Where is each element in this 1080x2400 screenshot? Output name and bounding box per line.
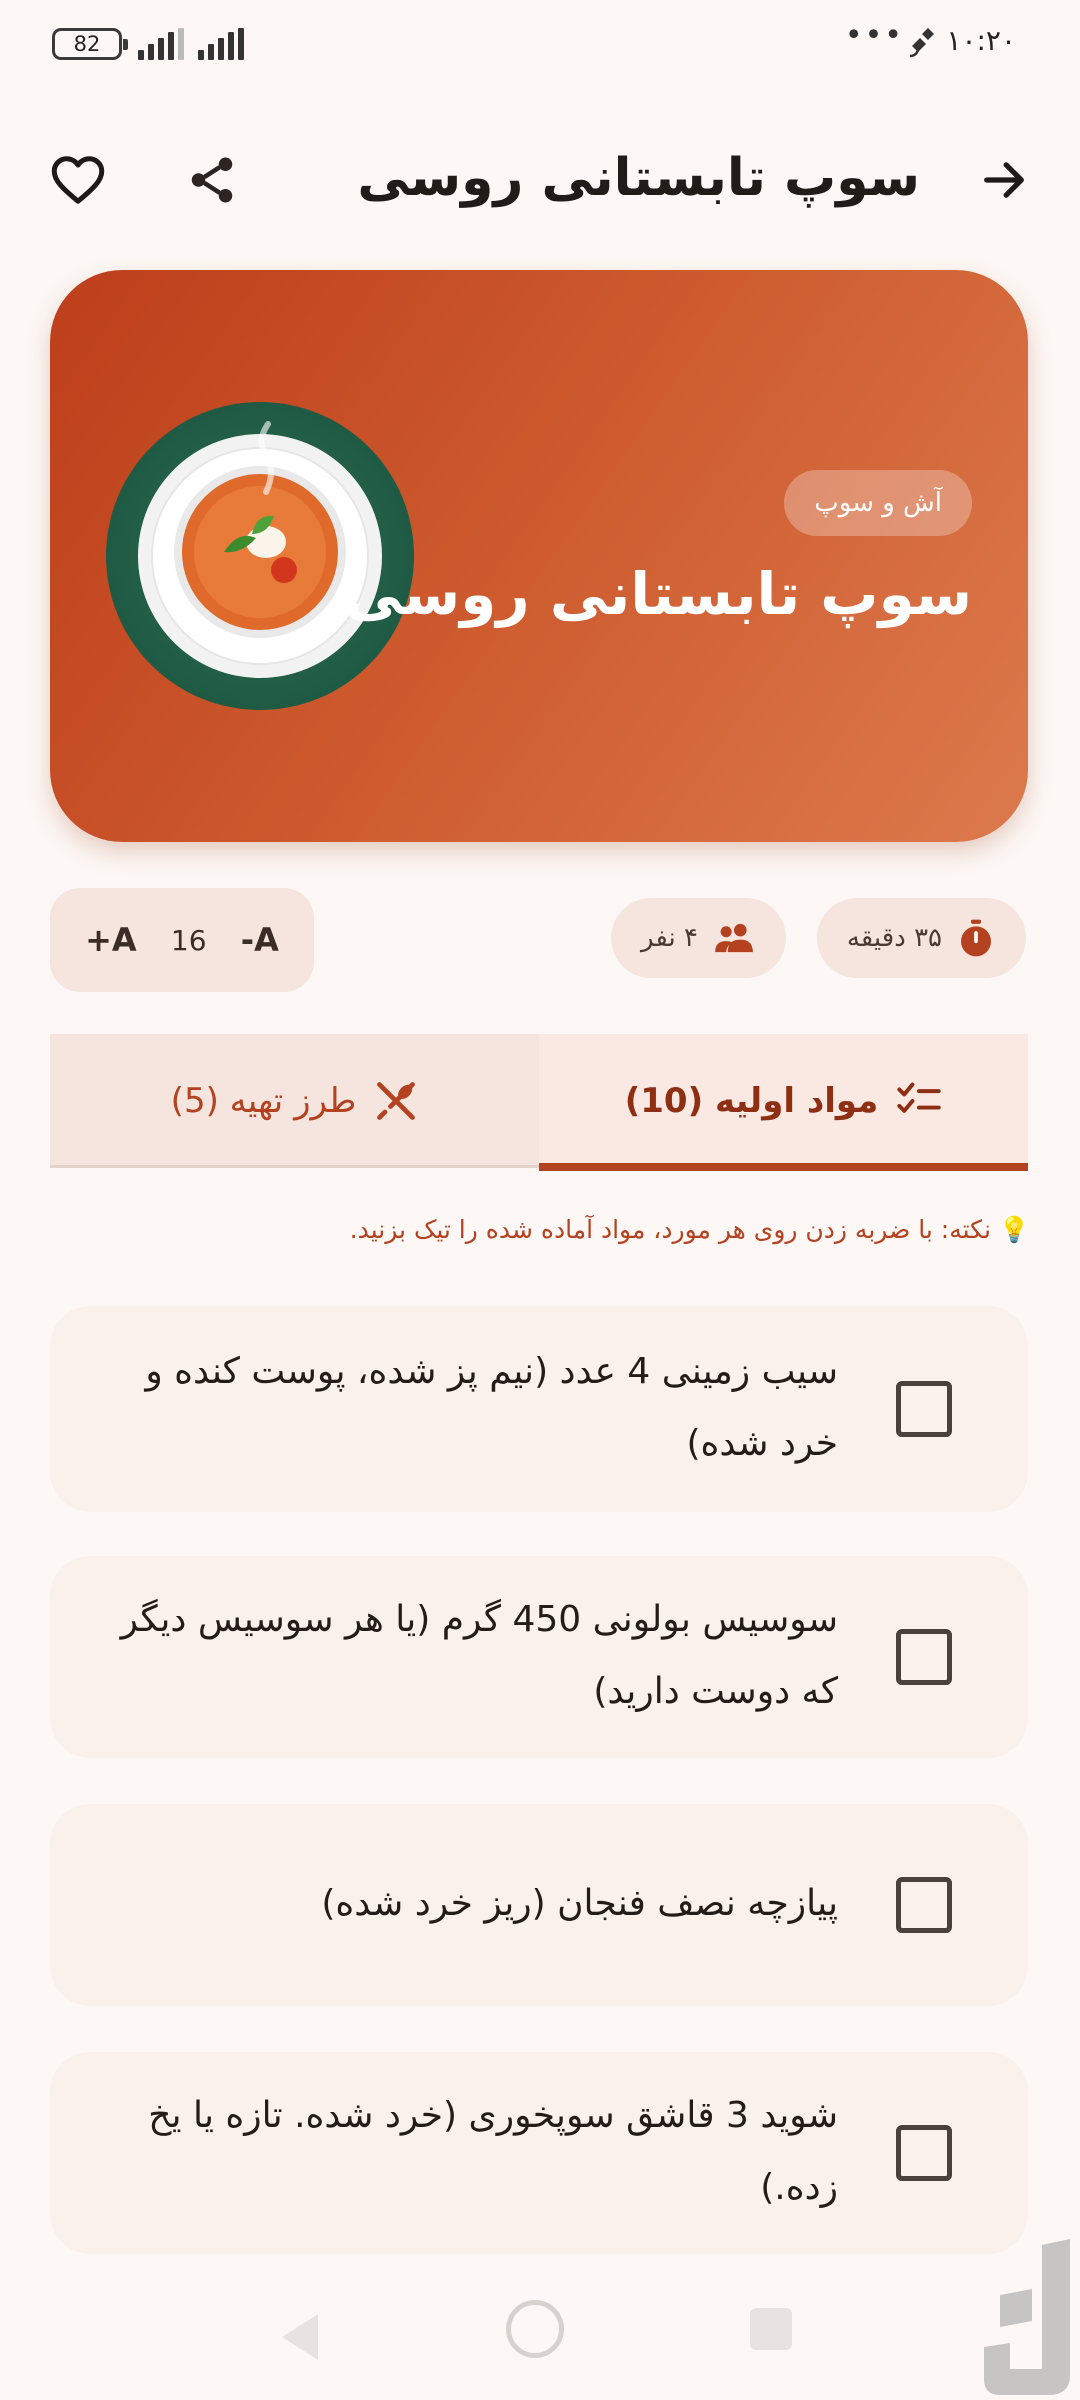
recipe-hero-card: آش و سوپ سوپ تابستانی روسی — [50, 270, 1028, 842]
category-chip[interactable]: آش و سوپ — [784, 470, 972, 536]
ingredient-checkbox[interactable] — [896, 2125, 952, 2181]
ingredient-item[interactable]: پیازچه نصف فنجان (ریز خرد شده) — [50, 1804, 1028, 2006]
checklist-icon — [897, 1082, 941, 1113]
tab-ingredients-label: مواد اولیه (10) — [624, 1081, 879, 1121]
signal-icon — [138, 28, 184, 60]
satellite-icon — [909, 28, 934, 58]
tab-ingredients[interactable]: مواد اولیه (10) — [539, 1034, 1028, 1171]
favorite-button[interactable] — [38, 140, 118, 220]
ingredient-text: سیب زمینی 4 عدد (نیم پز شده، پوست کنده و… — [145, 1351, 838, 1464]
share-icon — [191, 157, 233, 203]
utensils-icon — [377, 1082, 416, 1120]
nav-home-button[interactable] — [506, 2300, 564, 2358]
ingredient-checkbox[interactable] — [896, 1629, 952, 1685]
arrow-right-icon — [984, 162, 1024, 198]
ingredient-text: سوسیس بولونی 450 گرم (یا هر سوسیس دیگر ک… — [120, 1599, 838, 1712]
timer-icon — [961, 919, 991, 957]
ingredient-checkbox[interactable] — [896, 1381, 952, 1437]
servings-label: ۴ نفر — [641, 923, 698, 953]
tip-text: 💡 نکته: با ضربه زدن روی هر مورد، مواد آم… — [349, 1215, 1030, 1244]
recipe-title: سوپ تابستانی روسی — [344, 560, 973, 628]
battery-indicator: 82 — [52, 28, 128, 60]
tab-instructions[interactable]: طرز تهیه (5) — [50, 1034, 539, 1168]
page-title: سوپ تابستانی روسی — [357, 148, 920, 208]
recipe-tabs: مواد اولیه (10) طرز تهیه (5) — [50, 1034, 1028, 1171]
store-logo-watermark — [984, 2239, 1070, 2395]
status-bar: 82 ••• ۱۰:۲۰ — [0, 0, 1080, 84]
nav-recents-button[interactable] — [750, 2308, 792, 2350]
ingredient-item[interactable]: سوسیس بولونی 450 گرم (یا هر سوسیس دیگر ک… — [50, 1556, 1028, 1758]
ingredient-checkbox[interactable] — [896, 1877, 952, 1933]
ingredient-item[interactable]: سیب زمینی 4 عدد (نیم پز شده، پوست کنده و… — [50, 1306, 1028, 1512]
time-badge: ۳۵ دقیقه — [816, 898, 1026, 978]
more-notifications-icon: ••• — [844, 18, 904, 53]
signal-icon-2 — [198, 28, 244, 60]
font-increase-button[interactable]: +A — [85, 921, 137, 959]
font-decrease-button[interactable]: -A — [241, 921, 279, 959]
clock: ۱۰:۲۰ — [946, 24, 1016, 57]
servings-badge: ۴ نفر — [611, 898, 786, 978]
font-size-value: 16 — [170, 923, 207, 957]
font-size-control: +A 16 -A — [50, 888, 314, 992]
ingredient-text: پیازچه نصف فنجان (ریز خرد شده) — [321, 1883, 838, 1924]
back-button[interactable] — [964, 140, 1044, 220]
heart-icon — [51, 156, 105, 204]
people-icon — [715, 923, 753, 953]
recipe-image — [106, 402, 414, 710]
ingredient-item[interactable]: شوید 3 قاشق سوپخوری (خرد شده. تازه یا یخ… — [50, 2052, 1028, 2254]
time-label: ۳۵ دقیقه — [846, 923, 942, 953]
ingredient-text: شوید 3 قاشق سوپخوری (خرد شده. تازه یا یخ… — [148, 2095, 838, 2208]
tab-instructions-label: طرز تهیه (5) — [170, 1081, 357, 1121]
nav-back-button[interactable] — [274, 2310, 324, 2364]
share-button[interactable] — [172, 140, 252, 220]
